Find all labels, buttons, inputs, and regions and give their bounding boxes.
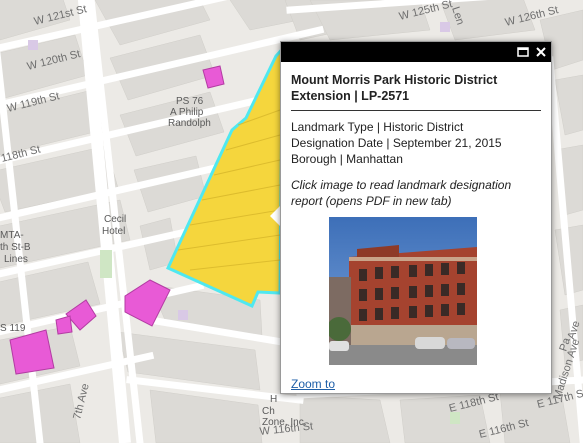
popup-title: Mount Morris Park Historic District Exte… bbox=[291, 72, 541, 111]
attribute-list: Landmark Type | Historic District Design… bbox=[291, 119, 541, 167]
place-label-ps76: A Philip bbox=[170, 107, 204, 118]
place-label-church: Zone, Inc. bbox=[262, 417, 306, 428]
place-label-mta: Lines bbox=[4, 254, 28, 265]
info-popup: Mount Morris Park Historic District Exte… bbox=[280, 41, 552, 394]
place-label-ps119: S 119 bbox=[0, 323, 26, 334]
place-label-church: Ch bbox=[262, 406, 275, 417]
place-label-church: H bbox=[270, 394, 277, 405]
landmark-photo[interactable] bbox=[329, 217, 477, 365]
place-label-ps76: PS 76 bbox=[176, 96, 204, 107]
place-label-cecil: Hotel bbox=[102, 226, 125, 237]
popup-pointer bbox=[270, 206, 280, 226]
designation-report-note: Click image to read landmark designation… bbox=[291, 178, 512, 208]
place-label-mta: MTA- bbox=[0, 230, 24, 241]
designation-date: Designation Date | September 21, 2015 bbox=[291, 136, 502, 150]
place-label-cecil: Cecil bbox=[104, 214, 126, 225]
zoom-to-link[interactable]: Zoom to bbox=[291, 377, 335, 391]
place-label-ps76: Randolph bbox=[168, 118, 211, 129]
landmark-type: Landmark Type | Historic District bbox=[291, 120, 464, 134]
maximize-icon[interactable] bbox=[516, 45, 530, 59]
borough: Borough | Manhattan bbox=[291, 152, 403, 166]
place-label-mta: th St-B bbox=[0, 242, 31, 253]
close-icon[interactable] bbox=[534, 45, 548, 59]
popup-titlebar bbox=[281, 42, 551, 62]
